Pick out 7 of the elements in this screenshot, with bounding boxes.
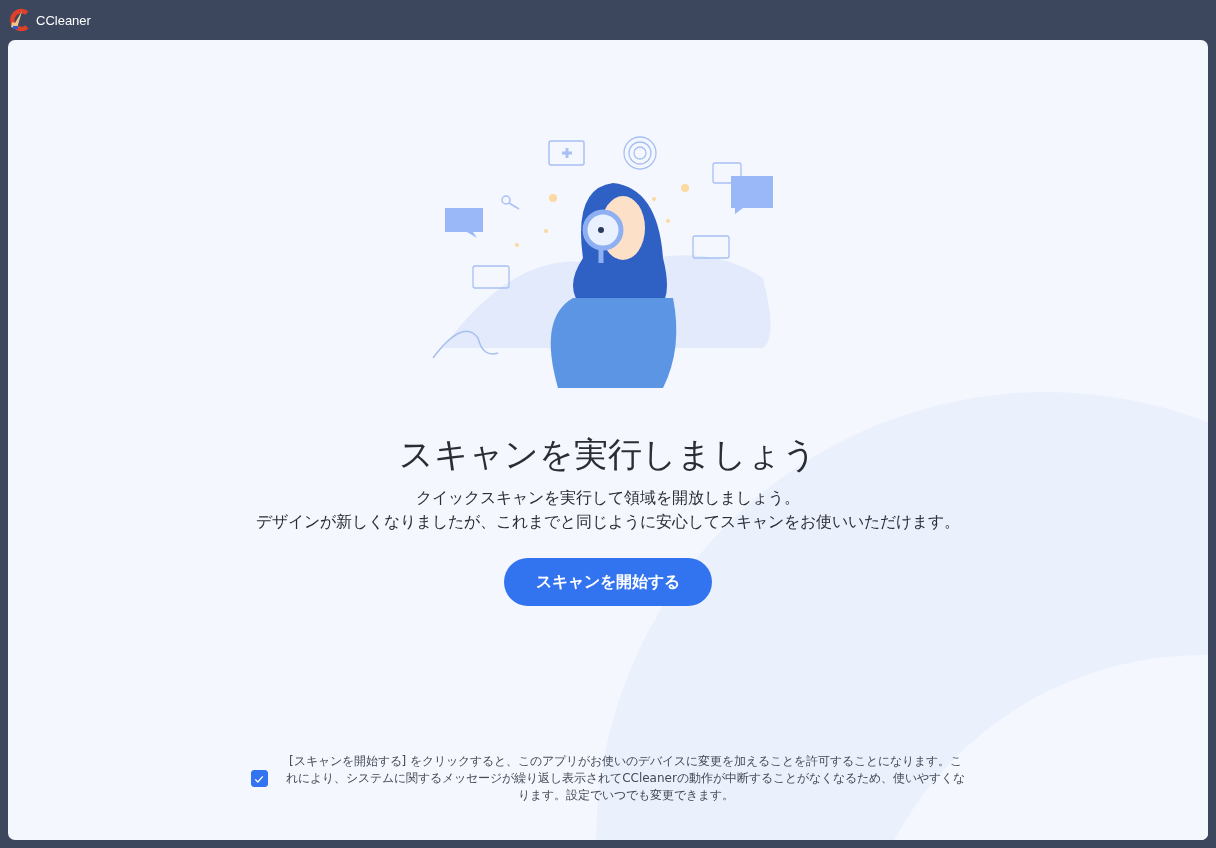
description-text: デザインが新しくなりましたが、これまでと同じように安心してスキャンをお使いいただけます。 <box>256 512 960 532</box>
consent-text: [スキャンを開始する] をクリックすると、このアプリがお使いのデバイスに変更を加えることを許可することになります。これにより、システムに関するメッセージが繰り返し表示されてCCleanerの動作が中断することがなくなるため、使いやすくなります。設定でいつでも変更できます。 <box>285 753 966 804</box>
heading: スキャンを実行しましょう <box>399 433 817 476</box>
start-scan-button[interactable]: スキャンを開始する <box>504 558 712 606</box>
window-title: CCleaner <box>36 12 91 28</box>
consent-checkbox[interactable] <box>250 770 268 787</box>
description-text: クイックスキャンを実行して領域を開放しましょう。 <box>416 488 800 508</box>
